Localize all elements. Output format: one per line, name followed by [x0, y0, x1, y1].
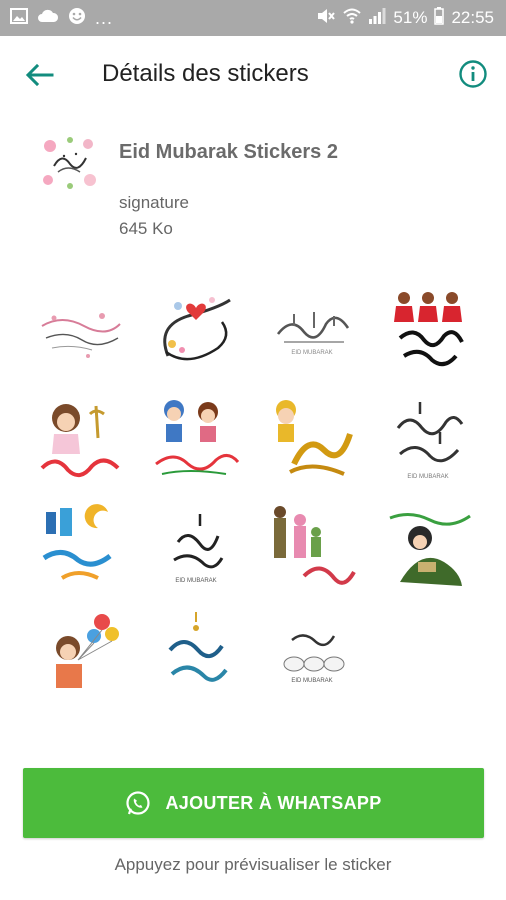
sticker-grid: EID MUBARAK EID MUBARAK EID MUBARAK EID … — [22, 278, 484, 710]
app-bar: Détails des stickers — [0, 36, 506, 114]
battery-percent: 51% — [393, 8, 428, 27]
svg-text:EID MUBARAK: EID MUBARAK — [175, 578, 216, 584]
sticker-floral-calligraphy[interactable] — [22, 278, 138, 386]
status-right: 51% 22:55 — [306, 6, 506, 30]
whatsapp-icon — [126, 791, 151, 815]
info-icon — [459, 60, 487, 88]
pack-thumbnail — [40, 134, 98, 192]
sticker-ramadan-mubarak-lanterns[interactable] — [22, 494, 138, 602]
arrow-back-icon — [25, 63, 54, 87]
svg-text:EID MUBARAK: EID MUBARAK — [407, 474, 448, 480]
pack-size: 645 Ko — [119, 219, 173, 238]
pack-author: signature — [119, 193, 189, 212]
clock: 22:55 — [451, 8, 494, 27]
sticker-eid-sheep[interactable]: EID MUBARAK — [254, 602, 370, 710]
sticker-boy-gold-calligraphy[interactable] — [254, 386, 370, 494]
sticker-boy-balloons[interactable] — [22, 602, 138, 710]
sticker-heart-calligraphy[interactable] — [138, 278, 254, 386]
battery-icon — [434, 6, 445, 30]
page-title: Détails des stickers — [102, 60, 309, 87]
sticker-eid-mubarak-black[interactable]: EID MUBARAK — [370, 386, 486, 494]
preview-hint: Appuyez pour prévisualiser le sticker — [114, 855, 392, 874]
status-bar: ... 51% 22:55 — [0, 0, 506, 36]
cloud-icon — [37, 8, 59, 29]
overflow-dots: ... — [95, 7, 114, 28]
sticker-girls-eid-mubarak[interactable] — [370, 278, 486, 386]
sticker-eid-mubarak-minimal[interactable]: EID MUBARAK — [138, 494, 254, 602]
sticker-kids-eid[interactable] — [138, 386, 254, 494]
sticker-family-calligraphy[interactable] — [254, 494, 370, 602]
pack-name: Eid Mubarak Stickers 2 — [119, 141, 338, 163]
info-button[interactable] — [458, 59, 488, 89]
svg-text:EID MUBARAK: EID MUBARAK — [291, 350, 332, 356]
signal-icon — [368, 7, 386, 30]
svg-text:EID MUBARAK: EID MUBARAK — [291, 678, 332, 684]
sticker-eid-calligraphy-gray[interactable]: EID MUBARAK — [254, 278, 370, 386]
mute-icon — [316, 7, 336, 30]
smiley-icon — [68, 7, 86, 30]
wifi-icon — [343, 7, 362, 30]
sticker-girl-eid-saeed[interactable] — [22, 386, 138, 494]
cta-label: AJOUTER À WHATSAPP — [165, 792, 382, 813]
add-to-whatsapp-button[interactable]: AJOUTER À WHATSAPP — [23, 768, 484, 838]
status-left: ... — [0, 7, 123, 30]
sticker-woman-reading-green[interactable] — [370, 494, 486, 602]
image-icon — [10, 7, 28, 29]
sticker-ramadan-kareem-blue[interactable] — [138, 602, 254, 710]
back-button[interactable] — [22, 60, 58, 90]
